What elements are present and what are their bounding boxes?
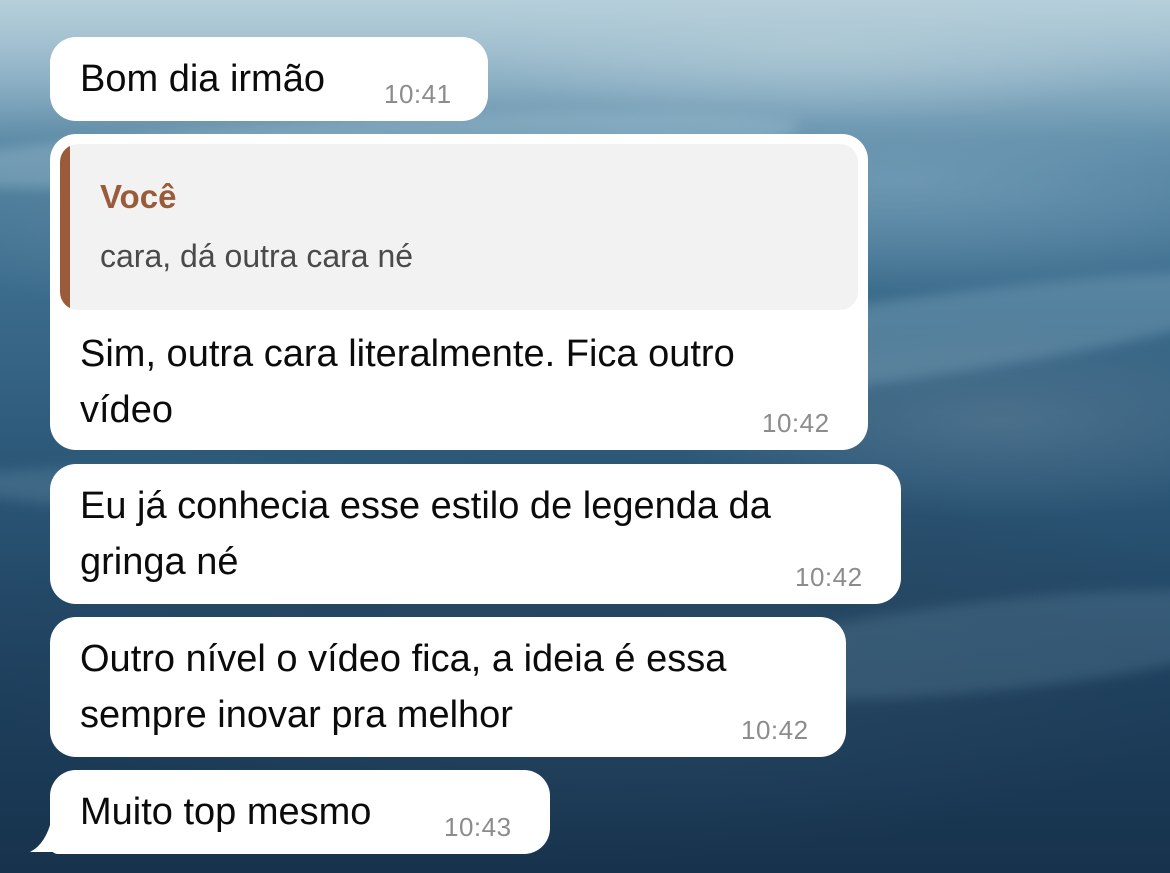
message-timestamp: 10:42 [795,562,863,592]
message-bubble[interactable]: Muito top mesmo 10:43 [50,770,550,854]
message-text-line: gringa né [80,541,239,583]
message-bubble[interactable]: Eu já conhecia esse estilo de legenda da… [50,464,901,604]
message-text: Muito top mesmo [80,791,372,833]
message-bubble[interactable]: Bom dia irmão 10:41 [50,37,488,121]
reply-quote-bar [60,144,70,310]
reply-quote[interactable]: Você cara, dá outra cara né [60,144,858,310]
message-timestamp: 10:42 [741,715,809,745]
message-text-line: vídeo [80,389,173,431]
reply-quote-author: Você [100,178,177,215]
message-bubble[interactable]: Você cara, dá outra cara né Sim, outra c… [50,134,868,450]
reply-quote-text: cara, dá outra cara né [100,238,414,274]
message-text-line: Outro nível o vídeo fica, a ideia é essa [80,638,727,680]
message-timestamp: 10:41 [384,79,452,109]
message-bubble[interactable]: Outro nível o vídeo fica, a ideia é essa… [50,617,846,757]
message-list[interactable]: Bom dia irmão 10:41 Você cara, dá outra … [0,0,1170,873]
message-text-line: sempre inovar pra melhor [80,694,513,736]
message-text-line: Eu já conhecia esse estilo de legenda da [80,485,771,527]
message-timestamp: 10:43 [444,812,512,842]
message-text: Bom dia irmão [80,58,325,100]
message-timestamp: 10:42 [762,408,830,438]
message-text-line: Sim, outra cara literalmente. Fica outro [80,333,735,375]
